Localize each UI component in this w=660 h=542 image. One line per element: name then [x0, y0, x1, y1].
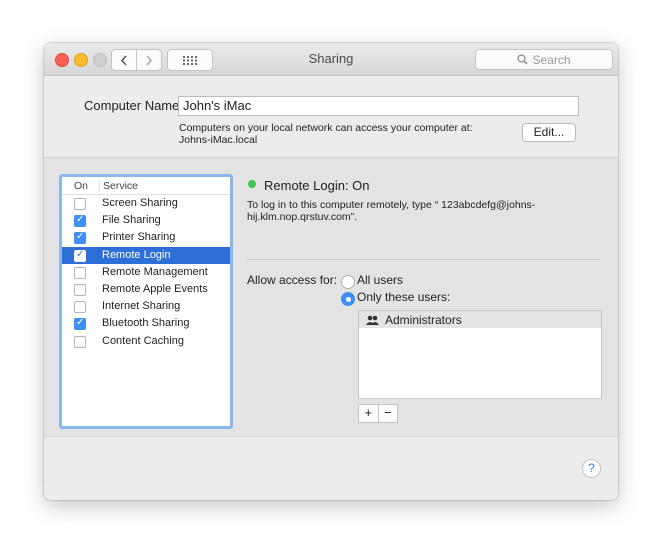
service-label: Internet Sharing: [102, 300, 181, 313]
service-list[interactable]: On Service Screen Sharing File Sharing Pri…: [59, 174, 233, 429]
sharing-window: Sharing Search Computer Name: John's iMa…: [44, 43, 618, 500]
service-checkbox[interactable]: [74, 249, 86, 262]
computer-name-field[interactable]: John's iMac: [178, 96, 579, 116]
remove-user-button[interactable]: −: [377, 405, 398, 422]
user-name: Administrators: [385, 313, 462, 327]
service-label: Remote Management: [102, 265, 208, 278]
title-bar: Sharing Search: [44, 43, 618, 76]
service-status: Remote Login: On: [264, 178, 370, 193]
service-row[interactable]: Remote Apple Events: [62, 281, 230, 298]
service-checkbox[interactable]: [74, 317, 86, 331]
search-icon: [517, 54, 528, 65]
service-row[interactable]: Printer Sharing: [62, 229, 230, 246]
service-row[interactable]: Content Caching: [62, 333, 230, 350]
computer-name-label: Computer Name:: [84, 98, 183, 113]
add-user-button[interactable]: +: [359, 405, 378, 422]
login-info-line1: To log in to this computer remotely, typ…: [247, 199, 536, 211]
service-checkbox[interactable]: [74, 266, 86, 279]
service-row[interactable]: Remote Management: [62, 264, 230, 281]
service-checkbox[interactable]: [74, 231, 86, 245]
service-row[interactable]: Screen Sharing: [62, 195, 230, 212]
service-row[interactable]: File Sharing: [62, 212, 230, 229]
service-checkbox[interactable]: [74, 301, 86, 314]
status-indicator: [248, 180, 256, 188]
service-list-header: On Service: [62, 177, 230, 195]
all-users-label[interactable]: All users: [357, 273, 403, 287]
computer-address-info: Computers on your local network can acce…: [179, 122, 473, 146]
search-field[interactable]: Search: [475, 49, 613, 70]
service-label: Printer Sharing: [102, 231, 176, 244]
header-service: Service: [99, 180, 138, 192]
service-label: File Sharing: [102, 214, 161, 227]
all-users-radio[interactable]: [341, 275, 355, 289]
service-label: Screen Sharing: [102, 197, 178, 209]
allow-access-label: Allow access for:: [247, 273, 338, 287]
edit-button[interactable]: Edit...: [522, 123, 576, 142]
service-label: Remote Login: [102, 248, 171, 261]
service-row[interactable]: Internet Sharing: [62, 298, 230, 315]
service-label: Remote Apple Events: [102, 282, 208, 295]
only-these-users-label[interactable]: Only these users:: [357, 290, 450, 304]
service-checkbox[interactable]: [74, 335, 86, 348]
list-item[interactable]: Administrators: [359, 311, 601, 328]
divider: [247, 259, 600, 260]
search-placeholder: Search: [532, 52, 571, 67]
service-checkbox[interactable]: [74, 214, 86, 228]
login-info-line2: hij.klm.nop.qrstuv.com”.: [247, 211, 358, 223]
address-info-line1: Computers on your local network can acce…: [179, 122, 473, 134]
header-on: On: [74, 180, 89, 192]
service-row[interactable]: Remote Login: [62, 246, 230, 264]
service-checkbox[interactable]: [74, 198, 86, 210]
service-label: Bluetooth Sharing: [102, 317, 190, 330]
group-icon: [366, 314, 379, 328]
remote-login-info: To log in to this computer remotely, typ…: [247, 199, 567, 223]
users-list[interactable]: Administrators: [358, 310, 602, 399]
help-button[interactable]: ?: [582, 459, 601, 478]
service-row[interactable]: Bluetooth Sharing: [62, 315, 230, 332]
address-info-line2: Johns-iMac.local: [179, 134, 258, 146]
service-checkbox[interactable]: [74, 283, 86, 296]
add-remove-buttons: + −: [358, 404, 398, 423]
only-these-users-radio[interactable]: [341, 292, 355, 306]
service-label: Content Caching: [102, 334, 184, 347]
